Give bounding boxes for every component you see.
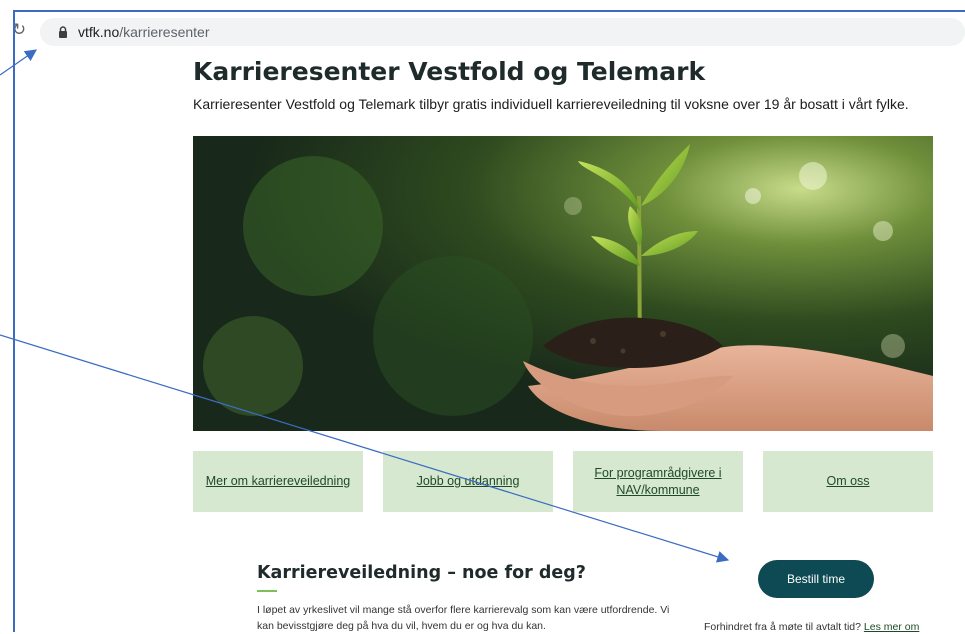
bestill-time-button[interactable]: Bestill time xyxy=(758,560,874,598)
quick-link-label: Jobb og utdanning xyxy=(416,474,520,488)
section-title: Karriereveiledning – noe for deg? xyxy=(257,563,586,583)
quick-link-programradgivere[interactable]: For programrådgivere i NAV/kommune xyxy=(573,451,743,512)
url-domain: vtfk.no xyxy=(78,24,120,40)
quick-link-label: For programrådgivere i NAV/kommune xyxy=(594,465,722,497)
browser-address-bar: ↻ vtfk.no/karrieresenter xyxy=(0,12,965,52)
page-title: Karrieresenter Vestfold og Telemark xyxy=(193,57,706,86)
url-path: /karrieresenter xyxy=(119,24,210,40)
read-more-link[interactable]: Les mer om xyxy=(864,621,919,633)
quick-link-label: Mer om karriereveiledning xyxy=(205,474,351,488)
hero-image xyxy=(193,136,933,431)
lock-icon xyxy=(59,26,67,38)
page-intro: Karrieresenter Vestfold og Telemark tilb… xyxy=(193,96,909,112)
annotation-arrow-to-url xyxy=(0,49,37,76)
cancellation-note: Forhindret fra å møte til avtalt tid? Le… xyxy=(704,621,919,633)
hero-photo-plant-in-hands xyxy=(193,136,933,431)
note-text: Forhindret fra å møte til avtalt tid? xyxy=(704,621,861,633)
quick-link-jobb-og-utdanning[interactable]: Jobb og utdanning xyxy=(383,451,553,512)
quick-link-om-oss[interactable]: Om oss xyxy=(763,451,933,512)
omnibox[interactable]: vtfk.no/karrieresenter xyxy=(40,18,965,46)
quick-link-mer-om-karriereveiledning[interactable]: Mer om karriereveiledning xyxy=(193,451,363,512)
section-divider xyxy=(257,590,277,592)
annotation-frame-left xyxy=(13,10,15,632)
section-body-text: I løpet av yrkeslivet vil mange stå over… xyxy=(257,604,670,632)
quick-link-label: Om oss xyxy=(826,474,870,488)
url-text[interactable]: vtfk.no/karrieresenter xyxy=(78,24,210,40)
